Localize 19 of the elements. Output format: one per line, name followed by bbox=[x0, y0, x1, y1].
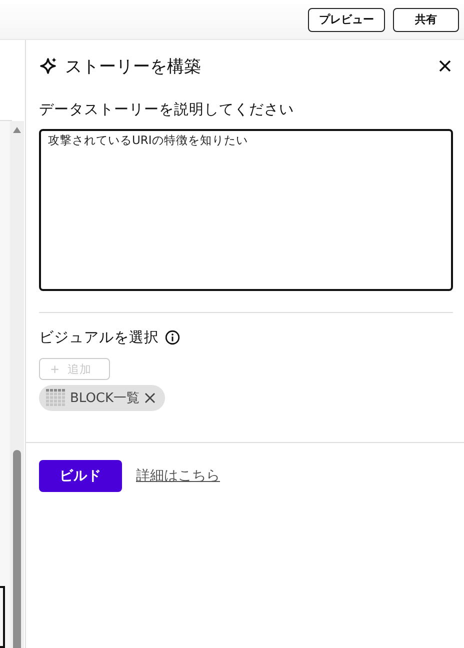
section-label: ビジュアルを選択 bbox=[39, 329, 159, 347]
description-field[interactable]: 攻撃されているURIの特徴を知りたい bbox=[39, 129, 453, 291]
chip-label: BLOCK一覧 bbox=[70, 390, 140, 407]
scrollbar-thumb[interactable] bbox=[13, 450, 21, 648]
toolbar-button[interactable]: プレビュー bbox=[308, 8, 385, 32]
visual-chip[interactable]: BLOCK一覧 bbox=[39, 385, 165, 411]
scrollbar[interactable] bbox=[10, 121, 24, 648]
close-icon[interactable] bbox=[437, 58, 453, 74]
info-icon[interactable] bbox=[165, 330, 180, 345]
panel-title: ストーリーを構築 bbox=[65, 56, 202, 78]
build-button[interactable]: ビルド bbox=[39, 460, 122, 492]
toolbar-button[interactable]: 共有 bbox=[393, 8, 459, 32]
table-icon bbox=[46, 389, 66, 407]
field-label: データストーリーを説明してください bbox=[39, 101, 295, 119]
scroll-up-icon[interactable] bbox=[13, 127, 21, 133]
frame-edge bbox=[0, 586, 5, 648]
sparkle-icon bbox=[39, 56, 59, 76]
remove-icon[interactable] bbox=[144, 392, 156, 404]
learn-more-link[interactable]: 詳細はこちら bbox=[136, 467, 220, 485]
